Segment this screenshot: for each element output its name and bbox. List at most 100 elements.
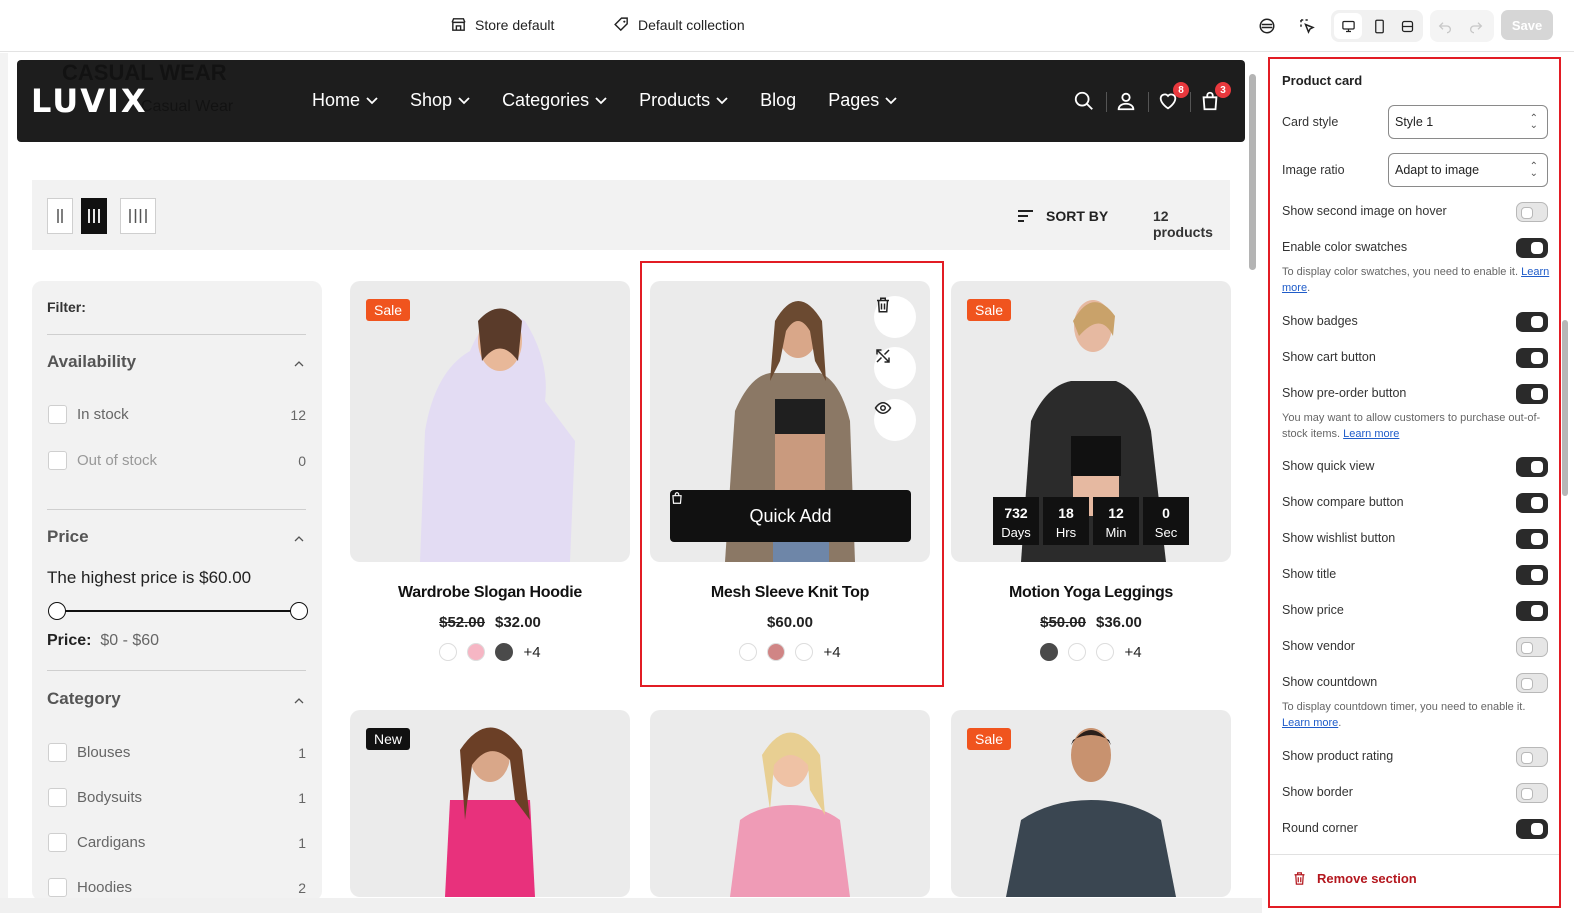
- price-heading[interactable]: Price: [47, 527, 89, 547]
- toggle-vendor[interactable]: [1516, 637, 1548, 657]
- sort-label: SORT BY: [1046, 208, 1109, 224]
- site-logo[interactable]: LUVIX: [31, 82, 148, 120]
- toggle-round-corner[interactable]: [1516, 819, 1548, 839]
- view-4-columns[interactable]: [120, 198, 156, 234]
- price-slider-track[interactable]: [56, 610, 299, 612]
- checkbox[interactable]: [48, 788, 67, 807]
- chevron-up-icon[interactable]: [294, 359, 304, 369]
- sort-by-button[interactable]: SORT BY: [1017, 208, 1108, 224]
- price-slider-max-handle[interactable]: [290, 602, 308, 620]
- chevron-up-icon[interactable]: [294, 696, 304, 706]
- filter-option-cardigans[interactable]: Cardigans 1: [48, 833, 306, 852]
- filter-option-hoodies[interactable]: Hoodies 2: [48, 878, 306, 897]
- editor-topbar: Store default Default collection Save: [0, 0, 1574, 52]
- filter-option-blouses[interactable]: Blouses 1: [48, 743, 306, 762]
- image-ratio-select[interactable]: Adapt to image ⌃ ⌄: [1388, 153, 1548, 187]
- product-title[interactable]: Motion Yoga Leggings: [951, 584, 1231, 602]
- toggle-second-image[interactable]: [1516, 202, 1548, 222]
- swatch[interactable]: [1040, 643, 1059, 661]
- swatch[interactable]: [439, 643, 458, 661]
- option-label: Bodysuits: [77, 789, 143, 806]
- countdown-days: 732 Days: [993, 497, 1039, 545]
- product-image[interactable]: [650, 710, 930, 897]
- checkbox[interactable]: [48, 878, 67, 897]
- toggle-border[interactable]: [1516, 783, 1548, 803]
- fullscreen-icon[interactable]: [1393, 13, 1421, 39]
- filter-option-out-of-stock[interactable]: Out of stock 0: [48, 451, 306, 470]
- toggle-title[interactable]: [1516, 565, 1548, 585]
- account-icon[interactable]: [1115, 90, 1139, 114]
- more-swatches[interactable]: +4: [1124, 644, 1141, 661]
- toggle-compare[interactable]: [1516, 493, 1548, 513]
- setting-label: Show countdown: [1282, 675, 1378, 689]
- countdown-minutes: 12 Min: [1093, 497, 1139, 545]
- checkbox[interactable]: [48, 451, 67, 470]
- product-image[interactable]: New: [350, 710, 630, 897]
- checkbox[interactable]: [48, 833, 67, 852]
- availability-heading[interactable]: Availability: [47, 352, 136, 372]
- palette-icon[interactable]: [1257, 16, 1277, 36]
- save-button[interactable]: Save: [1501, 10, 1553, 40]
- product-image[interactable]: Sale: [951, 710, 1231, 897]
- product-card[interactable]: Sale: [951, 710, 1231, 897]
- toggle-pre-order[interactable]: [1516, 384, 1548, 404]
- swatch[interactable]: [1068, 643, 1087, 661]
- setting-label: Round corner: [1282, 821, 1358, 835]
- product-card[interactable]: [650, 710, 930, 897]
- toggle-cart-button[interactable]: [1516, 348, 1548, 368]
- nav-shop[interactable]: Shop: [410, 90, 470, 111]
- preview-scroll-thumb[interactable]: [1249, 74, 1256, 270]
- nav-home[interactable]: Home: [312, 90, 378, 111]
- mobile-icon[interactable]: [1365, 13, 1393, 39]
- toggle-badges[interactable]: [1516, 312, 1548, 332]
- collection-selector[interactable]: Default collection: [613, 16, 745, 33]
- remove-section-button[interactable]: Remove section: [1292, 871, 1417, 886]
- price-slider-min-handle[interactable]: [48, 602, 66, 620]
- learn-more-link[interactable]: Learn more: [1282, 717, 1338, 729]
- product-title[interactable]: Wardrobe Slogan Hoodie: [350, 584, 630, 602]
- toggle-color-swatches[interactable]: [1516, 238, 1548, 258]
- nav-products[interactable]: Products: [639, 90, 728, 111]
- toggle-countdown[interactable]: [1516, 673, 1548, 693]
- filter-option-bodysuits[interactable]: Bodysuits 1: [48, 788, 306, 807]
- toggle-wishlist[interactable]: [1516, 529, 1548, 549]
- toggle-rating[interactable]: [1516, 747, 1548, 767]
- filter-option-in-stock[interactable]: In stock 12: [48, 405, 306, 424]
- nav-pages[interactable]: Pages: [828, 90, 897, 111]
- product-image[interactable]: Sale: [350, 281, 630, 562]
- panel-scrollbar[interactable]: [1562, 62, 1568, 852]
- view-2-columns[interactable]: [47, 198, 73, 234]
- chevron-up-icon[interactable]: [294, 534, 304, 544]
- panel-scroll-thumb[interactable]: [1562, 320, 1568, 496]
- setting-label: Show compare button: [1282, 495, 1404, 509]
- cart-icon[interactable]: 3: [1199, 82, 1231, 114]
- learn-more-link[interactable]: Learn more: [1343, 428, 1399, 440]
- chevron-down-icon: [458, 96, 470, 104]
- product-card[interactable]: Sale Wardrobe Slogan Hoodie $52.00 $32.00…: [350, 281, 630, 661]
- product-price: $50.00 $36.00: [951, 614, 1231, 631]
- product-card[interactable]: New: [350, 710, 630, 897]
- nav-blog[interactable]: Blog: [760, 90, 796, 111]
- desktop-icon[interactable]: [1334, 13, 1362, 39]
- product-card[interactable]: Sale 732 Days 18 Hrs 12 Min 0 Sec Motion Yog…: [951, 281, 1231, 661]
- undo-icon[interactable]: [1437, 18, 1453, 39]
- nav-categories[interactable]: Categories: [502, 90, 607, 111]
- more-swatches[interactable]: +4: [523, 644, 540, 661]
- search-icon[interactable]: [1073, 90, 1097, 114]
- view-3-columns[interactable]: [81, 198, 107, 234]
- redo-icon[interactable]: [1468, 18, 1484, 39]
- toggle-quick-view[interactable]: [1516, 457, 1548, 477]
- store-selector[interactable]: Store default: [450, 16, 554, 33]
- checkbox[interactable]: [48, 743, 67, 762]
- product-image[interactable]: Sale 732 Days 18 Hrs 12 Min 0 Sec: [951, 281, 1231, 562]
- card-style-select[interactable]: Style 1 ⌃ ⌄: [1388, 105, 1548, 139]
- category-heading[interactable]: Category: [47, 689, 121, 709]
- checkbox[interactable]: [48, 405, 67, 424]
- swatch[interactable]: [1096, 643, 1115, 661]
- swatch[interactable]: [467, 643, 486, 661]
- nav-label: Products: [639, 90, 711, 110]
- inspect-icon[interactable]: [1297, 16, 1317, 36]
- toggle-price[interactable]: [1516, 601, 1548, 621]
- wishlist-icon[interactable]: 8: [1157, 82, 1189, 114]
- swatch[interactable]: [495, 643, 514, 661]
